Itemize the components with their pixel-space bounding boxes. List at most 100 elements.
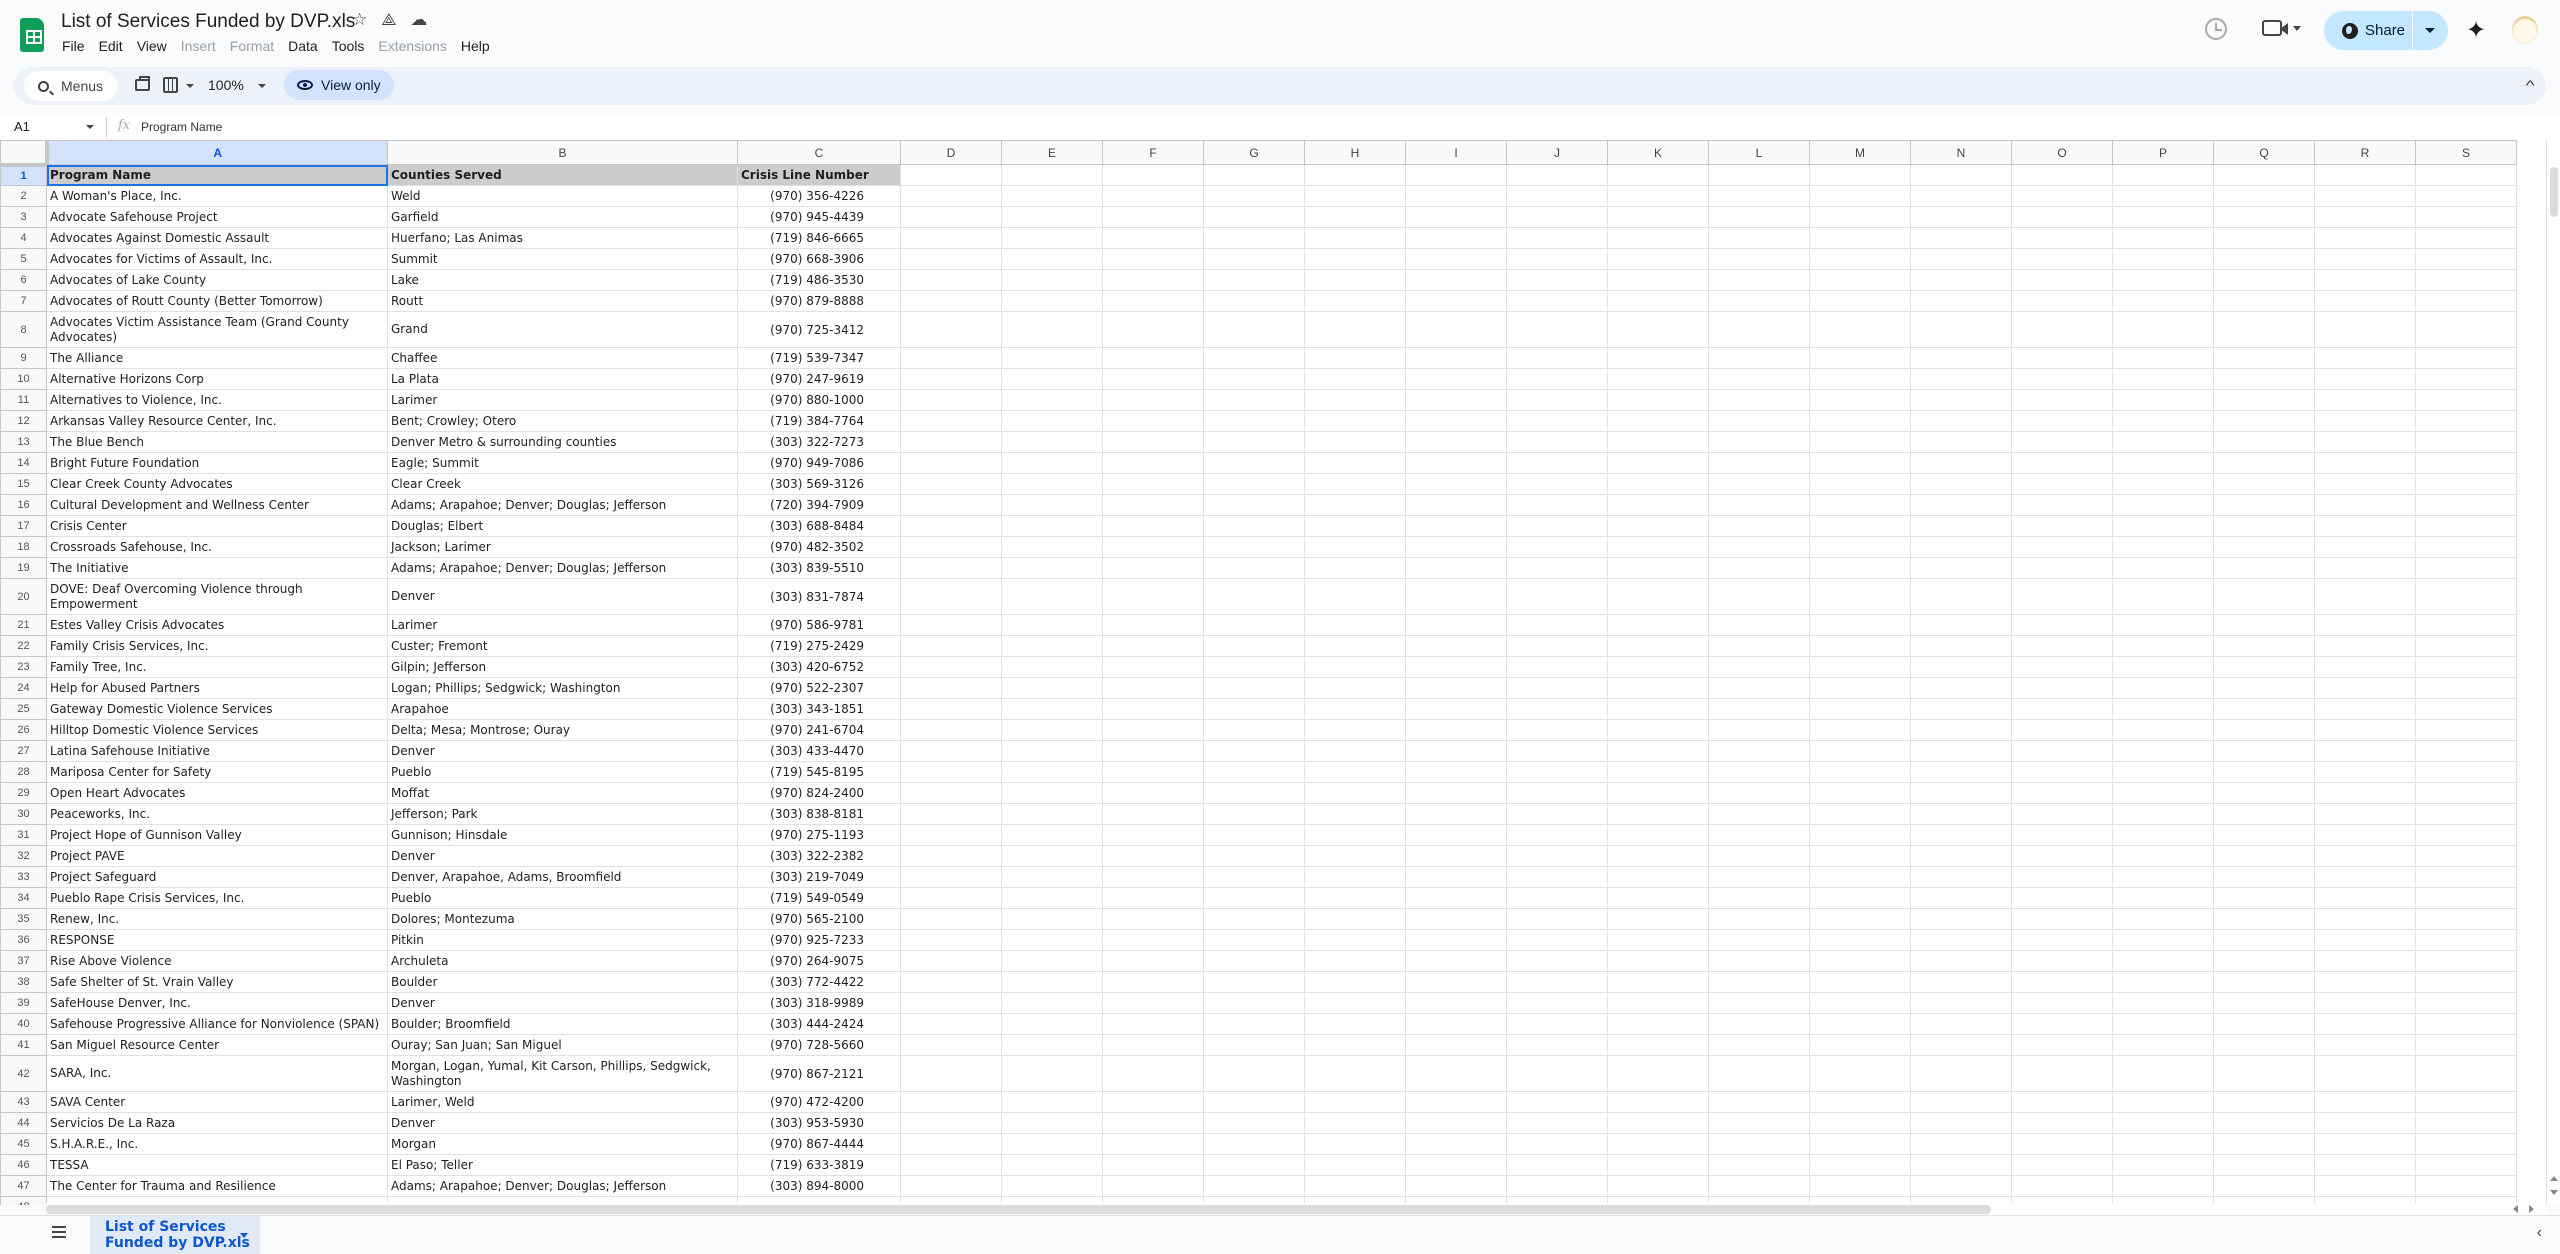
cell-empty[interactable] xyxy=(1102,368,1204,390)
cell-empty[interactable] xyxy=(900,185,1002,207)
cell-empty[interactable] xyxy=(1102,269,1204,291)
cell-empty[interactable] xyxy=(900,494,1002,516)
row-header[interactable]: 35 xyxy=(0,908,47,930)
cell-empty[interactable] xyxy=(1809,614,1911,636)
cell-empty[interactable] xyxy=(1203,845,1305,867)
cell-empty[interactable] xyxy=(2112,740,2214,762)
cell-empty[interactable] xyxy=(2314,929,2416,951)
cell-empty[interactable] xyxy=(1102,719,1204,741)
cell-empty[interactable] xyxy=(900,1034,1002,1056)
cell-program-name[interactable]: SARA, Inc. xyxy=(46,1055,388,1092)
cell-empty[interactable] xyxy=(1809,536,1911,558)
cell-program-name[interactable]: Advocate Safehouse Project xyxy=(46,206,388,228)
menu-view[interactable]: View xyxy=(130,36,174,56)
cell-empty[interactable] xyxy=(2112,347,2214,369)
cell-empty[interactable] xyxy=(1809,761,1911,783)
cell-counties-served[interactable]: Delta; Mesa; Montrose; Ouray xyxy=(387,719,738,741)
cell-empty[interactable] xyxy=(1708,845,1810,867)
cell-empty[interactable] xyxy=(2011,761,2113,783)
cell-empty[interactable] xyxy=(2213,1133,2315,1155)
cell-empty[interactable] xyxy=(2415,515,2517,537)
cell-empty[interactable] xyxy=(1809,908,1911,930)
cell-empty[interactable] xyxy=(1910,290,2012,312)
cell-empty[interactable] xyxy=(2415,1055,2517,1092)
cell-empty[interactable] xyxy=(1910,992,2012,1014)
cell-empty[interactable] xyxy=(1708,635,1810,657)
cell-empty[interactable] xyxy=(1607,698,1709,720)
cell-program-name[interactable]: Renew, Inc. xyxy=(46,908,388,930)
cell-crisis-line-number[interactable]: (303) 831-7874 xyxy=(737,578,901,615)
cell-empty[interactable] xyxy=(1203,614,1305,636)
cell-empty[interactable] xyxy=(2011,929,2113,951)
cell-program-name[interactable]: Project Safeguard xyxy=(46,866,388,888)
cell-empty[interactable] xyxy=(2011,494,2113,516)
cell-empty[interactable] xyxy=(1607,269,1709,291)
cell-counties-served[interactable]: Summit xyxy=(387,248,738,270)
cell-empty[interactable] xyxy=(2415,929,2517,951)
cell-empty[interactable] xyxy=(1506,929,1608,951)
cell-empty[interactable] xyxy=(1708,1034,1810,1056)
cell-empty[interactable] xyxy=(2112,290,2214,312)
cell-empty[interactable] xyxy=(1809,992,1911,1014)
cell-empty[interactable] xyxy=(2415,185,2517,207)
cell-counties-served[interactable]: Denver xyxy=(387,992,738,1014)
cell-empty[interactable] xyxy=(2415,1154,2517,1176)
cell-counties-served[interactable]: Morgan xyxy=(387,1133,738,1155)
cell-empty[interactable] xyxy=(2112,431,2214,453)
cell-empty[interactable] xyxy=(1910,557,2012,579)
cell-empty[interactable] xyxy=(1405,185,1507,207)
cell-counties-served[interactable]: Grand xyxy=(387,311,738,348)
cell-empty[interactable] xyxy=(1708,347,1810,369)
cell-crisis-line-number[interactable]: (970) 586-9781 xyxy=(737,614,901,636)
cell-empty[interactable] xyxy=(2314,410,2416,432)
cell-empty[interactable] xyxy=(1607,929,1709,951)
cell-empty[interactable] xyxy=(2213,389,2315,411)
cell-empty[interactable] xyxy=(1708,311,1810,348)
cell-counties-served[interactable]: Boulder xyxy=(387,971,738,993)
cell-empty[interactable] xyxy=(2112,368,2214,390)
cell-empty[interactable] xyxy=(1304,1112,1406,1134)
cell-crisis-line-number[interactable]: (970) 725-3412 xyxy=(737,311,901,348)
cell-empty[interactable] xyxy=(2415,971,2517,993)
cell-empty[interactable] xyxy=(2314,887,2416,909)
cell-empty[interactable] xyxy=(1405,1112,1507,1134)
cell-empty[interactable] xyxy=(2415,1112,2517,1134)
cell-empty[interactable] xyxy=(1607,248,1709,270)
cell-empty[interactable] xyxy=(1203,515,1305,537)
cell-empty[interactable] xyxy=(2314,578,2416,615)
cell-empty[interactable] xyxy=(2415,269,2517,291)
cell-empty[interactable] xyxy=(2314,164,2416,186)
row-header[interactable]: 33 xyxy=(0,866,47,888)
cell-empty[interactable] xyxy=(2011,719,2113,741)
cell-crisis-line-number[interactable]: (970) 880-1000 xyxy=(737,389,901,411)
cell-crisis-line-number[interactable]: (970) 275-1193 xyxy=(737,824,901,846)
cell-empty[interactable] xyxy=(2314,290,2416,312)
row-header[interactable]: 43 xyxy=(0,1091,47,1113)
cell-empty[interactable] xyxy=(1203,1175,1305,1197)
cell-counties-served[interactable]: Denver xyxy=(387,740,738,762)
cell-empty[interactable] xyxy=(2213,719,2315,741)
cell-empty[interactable] xyxy=(2011,185,2113,207)
column-header-r[interactable]: R xyxy=(2314,140,2416,165)
cell-empty[interactable] xyxy=(1607,845,1709,867)
cell-crisis-line-number[interactable]: (970) 824-2400 xyxy=(737,782,901,804)
cell-empty[interactable] xyxy=(1910,311,2012,348)
cell-empty[interactable] xyxy=(2415,761,2517,783)
cell-empty[interactable] xyxy=(2314,698,2416,720)
cell-empty[interactable] xyxy=(2011,656,2113,678)
cell-empty[interactable] xyxy=(1506,677,1608,699)
cell-empty[interactable] xyxy=(1506,1154,1608,1176)
cell-empty[interactable] xyxy=(1102,431,1204,453)
cell-crisis-line-number[interactable]: (970) 668-3906 xyxy=(737,248,901,270)
cell-crisis-line-number[interactable]: (970) 945-4439 xyxy=(737,206,901,228)
cell-empty[interactable] xyxy=(1203,248,1305,270)
cell-empty[interactable] xyxy=(2011,431,2113,453)
cell-empty[interactable] xyxy=(1001,311,1103,348)
cell-empty[interactable] xyxy=(1102,929,1204,951)
cell-empty[interactable] xyxy=(900,290,1002,312)
cell-empty[interactable] xyxy=(2011,368,2113,390)
cell-empty[interactable] xyxy=(2112,782,2214,804)
cell-empty[interactable] xyxy=(900,389,1002,411)
row-header[interactable]: 37 xyxy=(0,950,47,972)
cell-program-name[interactable]: Safehouse Progressive Alliance for Nonvi… xyxy=(46,1013,388,1035)
